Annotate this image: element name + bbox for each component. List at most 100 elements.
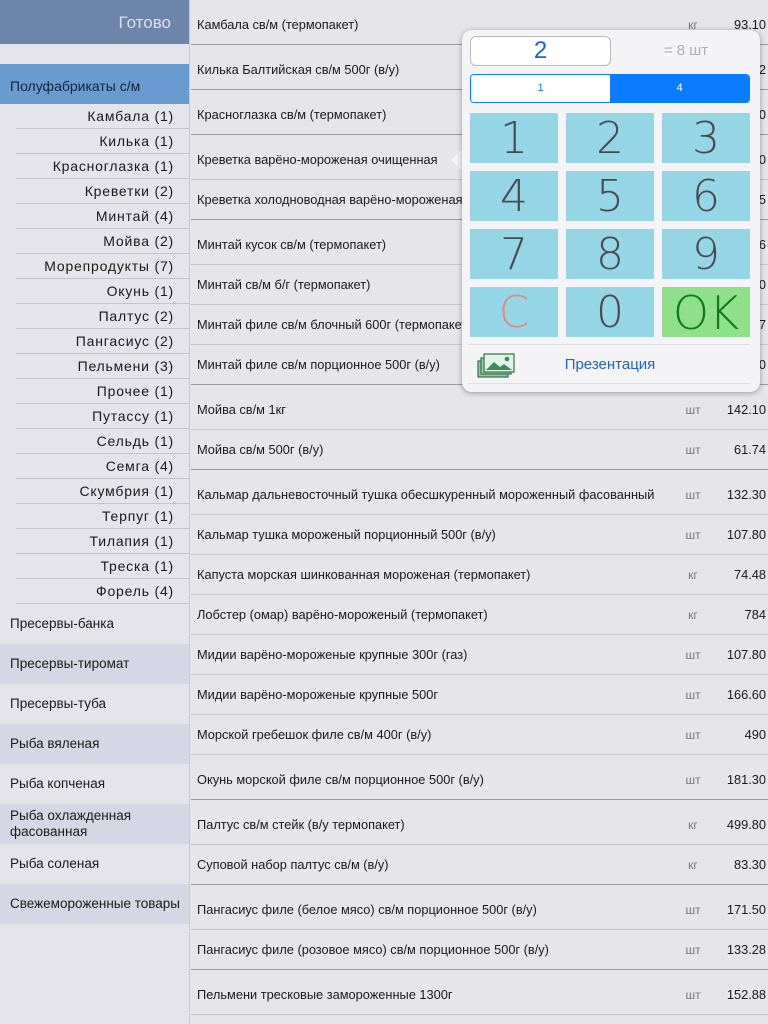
product-row[interactable]: Суповой набор палтус св/м (в/у) кг 83.30 <box>191 845 768 885</box>
product-price: 83.30 <box>733 857 766 872</box>
key-9[interactable]: 9 <box>662 229 750 280</box>
quantity-input[interactable]: 2 <box>470 36 611 66</box>
product-price: 133.28 <box>726 942 766 957</box>
product-row[interactable]: Мидии варёно-мороженые крупные 300г (газ… <box>191 635 768 675</box>
product-unit: шт <box>685 903 701 917</box>
subcategory-item[interactable]: Камбала (1) <box>16 104 189 129</box>
subcategory-item[interactable]: Палтус (2) <box>16 304 189 329</box>
subcategory-item[interactable]: Терпуг (1) <box>16 504 189 529</box>
key-3[interactable]: 3 <box>662 113 750 164</box>
product-name: Кальмар тушка мороженый порционный 500г … <box>197 527 496 542</box>
category-item[interactable]: Пресервы-туба <box>0 684 189 724</box>
product-row[interactable]: Кальмар тушка мороженый порционный 500г … <box>191 515 768 555</box>
subcategory-item[interactable]: Килька (1) <box>16 129 189 154</box>
category-item[interactable]: Рыба соленая <box>0 844 189 884</box>
key-1[interactable]: 1 <box>470 113 558 164</box>
product-row[interactable]: Пангасиус филе (белое мясо) св/м порцион… <box>191 890 768 930</box>
subcategory-item[interactable]: Креветки (2) <box>16 179 189 204</box>
product-price: 499.80 <box>726 817 766 832</box>
product-name: Кальмар дальневосточный тушка обесшкурен… <box>197 487 655 502</box>
product-row[interactable]: Палтус св/м стейк (в/у термопакет) кг 499.… <box>191 805 768 845</box>
category-list: Пресервы-банка Пресервы-тиромат Пресервы-т… <box>0 604 189 924</box>
product-price: 171.50 <box>726 902 766 917</box>
category-item[interactable]: Пресервы-тиромат <box>0 644 189 684</box>
done-button[interactable]: Готово <box>0 0 189 44</box>
pack-size-segmented-control: 1 4 <box>470 74 750 103</box>
product-price: 490 <box>744 727 766 742</box>
product-price: 152.88 <box>726 987 766 1002</box>
product-name: Лобстер (омар) варёно-мороженый (термопа… <box>197 607 488 622</box>
subcategory-item[interactable]: Мойва (2) <box>16 229 189 254</box>
product-row[interactable]: Кальмар дальневосточный тушка обесшкурен… <box>191 475 768 515</box>
product-row[interactable]: Мидии варёно-мороженые крупные 500г шт 166… <box>191 675 768 715</box>
subcategory-item[interactable]: Минтай (4) <box>16 204 189 229</box>
product-unit: шт <box>685 403 701 417</box>
category-item-selected[interactable]: Полуфабрикаты с/м <box>0 64 189 104</box>
key-0[interactable]: 0 <box>566 287 654 338</box>
segment-1[interactable]: 1 <box>471 75 610 102</box>
product-name: Суповой набор палтус св/м (в/у) <box>197 857 389 872</box>
product-row[interactable]: Мойва св/м 1кг шт 142.10 <box>191 390 768 430</box>
product-row[interactable]: Капуста морская шинкованная мороженая (т… <box>191 555 768 595</box>
quantity-total: = 8 шт <box>663 42 709 59</box>
product-unit: шт <box>685 773 701 787</box>
key-8[interactable]: 8 <box>566 229 654 280</box>
product-row[interactable]: Морской гребешок филе св/м 400г (в/у) шт 4… <box>191 715 768 755</box>
product-unit: кг <box>688 858 698 872</box>
subcategory-item[interactable]: Прочее (1) <box>16 379 189 404</box>
category-item[interactable]: Рыба вяленая <box>0 724 189 764</box>
product-name: Мойва св/м 1кг <box>197 402 286 417</box>
subcategory-item[interactable]: Треска (1) <box>16 554 189 579</box>
product-row[interactable]: Лобстер (омар) варёно-мороженый (термопа… <box>191 595 768 635</box>
product-name: Мидии варёно-мороженые крупные 300г (газ… <box>197 647 468 662</box>
product-price: 166.60 <box>726 687 766 702</box>
key-4[interactable]: 4 <box>470 171 558 222</box>
segment-4[interactable]: 4 <box>610 75 749 102</box>
category-item[interactable]: Рыба копченая <box>0 764 189 804</box>
key-2[interactable]: 2 <box>566 113 654 164</box>
ok-button[interactable]: OK <box>662 287 750 339</box>
product-name: Пангасиус филе (белое мясо) св/м порцион… <box>197 902 537 917</box>
subcategory-item[interactable]: Скумбрия (1) <box>16 479 189 504</box>
subcategory-item[interactable]: Красноглазка (1) <box>16 154 189 179</box>
subcategory-item[interactable]: Путассу (1) <box>16 404 189 429</box>
product-name: Морской гребешок филе св/м 400г (в/у) <box>197 727 432 742</box>
subcategory-item[interactable]: Окунь (1) <box>16 279 189 304</box>
product-unit: шт <box>685 648 701 662</box>
product-name: Окунь морской филе св/м порционное 500г … <box>197 772 484 787</box>
product-row[interactable]: Пангасиус филе (розовое мясо) св/м порци… <box>191 930 768 970</box>
product-name: Капуста морская шинкованная мороженая (т… <box>197 567 531 582</box>
subcategory-item[interactable]: Тилапия (1) <box>16 529 189 554</box>
subcategory-item[interactable]: Сельдь (1) <box>16 429 189 454</box>
key-5[interactable]: 5 <box>566 171 654 222</box>
product-price: 107.80 <box>726 647 766 662</box>
clear-key[interactable]: C <box>470 287 558 338</box>
product-unit: кг <box>688 818 698 832</box>
product-name: Пангасиус филе (розовое мясо) св/м порци… <box>197 942 549 957</box>
product-price: 132.30 <box>726 487 766 502</box>
subcategory-item[interactable]: Пангасиус (2) <box>16 329 189 354</box>
subcategory-item[interactable]: Семга (4) <box>16 454 189 479</box>
product-unit: шт <box>685 943 701 957</box>
product-unit: шт <box>685 728 701 742</box>
subcategory-item[interactable]: Морепродукты (7) <box>16 254 189 279</box>
product-row[interactable]: Мойва св/м 500г (в/у) шт 61.74 <box>191 430 768 470</box>
product-row[interactable]: Окунь морской филе св/м порционное 500г … <box>191 760 768 800</box>
key-7[interactable]: 7 <box>470 229 558 280</box>
category-item[interactable]: Пресервы-банка <box>0 604 189 644</box>
product-price: 784 <box>744 607 766 622</box>
subcategory-list: Камбала (1) Килька (1) Красноглазка (1) Кре… <box>16 104 189 604</box>
product-price: 107.80 <box>726 527 766 542</box>
product-price: 74.48 <box>733 567 766 582</box>
product-price: 61.74 <box>733 442 766 457</box>
product-name: Мойва св/м 500г (в/у) <box>197 442 324 457</box>
photos-stack-icon <box>477 353 515 378</box>
subcategory-item[interactable]: Форель (4) <box>16 579 189 604</box>
presentation-button[interactable]: Презентация <box>468 344 750 384</box>
product-row[interactable]: Пельмени тресковые замороженные 1300г шт 1… <box>191 975 768 1015</box>
subcategory-item[interactable]: Пельмени (3) <box>16 354 189 379</box>
key-6[interactable]: 6 <box>662 171 750 222</box>
category-item[interactable]: Свежемороженные товары <box>0 884 189 924</box>
product-price: 181.30 <box>726 772 766 787</box>
category-item[interactable]: Рыба охлажденная фасованная <box>0 804 189 844</box>
